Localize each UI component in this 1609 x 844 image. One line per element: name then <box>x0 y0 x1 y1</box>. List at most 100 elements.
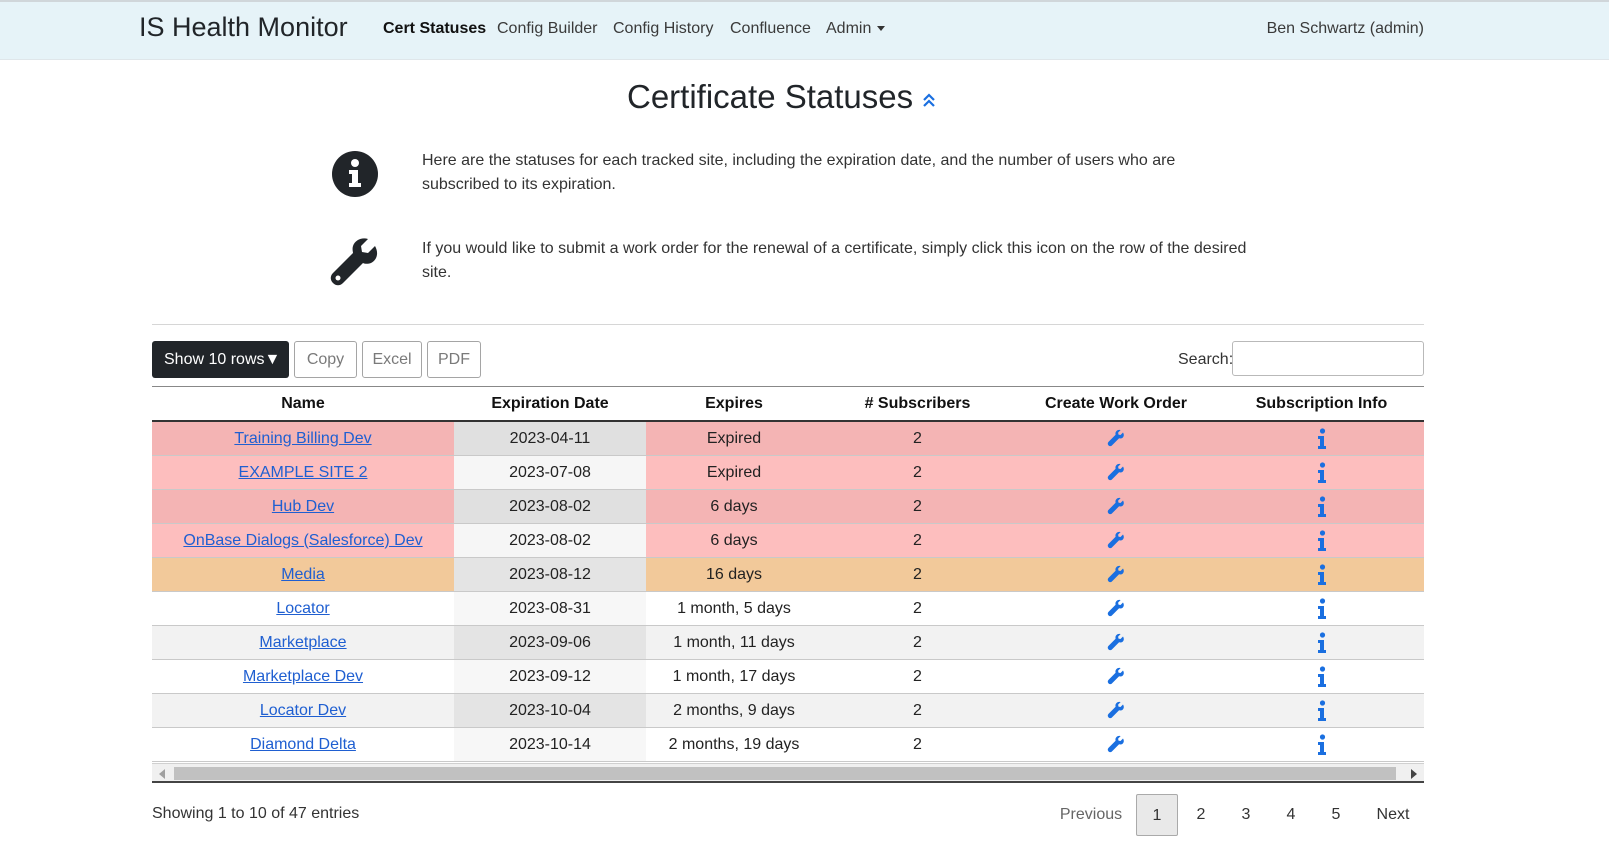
nav-confluence[interactable]: Confluence <box>730 20 811 38</box>
info-icon <box>1317 631 1326 653</box>
info-icon <box>1317 427 1326 449</box>
site-link[interactable]: Marketplace Dev <box>243 668 363 685</box>
brand-title[interactable]: IS Health Monitor <box>139 12 348 43</box>
chevron-up-double-icon[interactable] <box>922 92 936 108</box>
nav-admin-dropdown[interactable]: Admin <box>826 20 886 38</box>
site-link[interactable]: Locator Dev <box>260 702 346 719</box>
create-work-order-button[interactable] <box>1107 566 1125 583</box>
cell-expiration-date: 2023-09-06 <box>454 625 646 660</box>
cell-create-work-order <box>1013 523 1219 558</box>
wrench-icon <box>1107 498 1124 515</box>
site-link[interactable]: Locator <box>276 600 329 617</box>
info-icon <box>1317 699 1326 721</box>
table-row: Locator 2023-08-31 1 month, 5 days 2 <box>152 591 1424 626</box>
table-row: Marketplace 2023-09-06 1 month, 11 days 2 <box>152 625 1424 660</box>
info-icon <box>1317 597 1326 619</box>
create-work-order-button[interactable] <box>1107 634 1125 651</box>
site-link[interactable]: Marketplace <box>259 634 346 651</box>
page-title: Certificate Statuses <box>627 78 914 115</box>
wrench-description: If you would like to submit a work order… <box>422 240 1247 281</box>
cell-subscribers: 2 <box>822 659 1013 694</box>
wrench-icon <box>330 238 378 286</box>
wrench-icon <box>1107 600 1124 617</box>
create-work-order-button[interactable] <box>1107 600 1125 617</box>
create-work-order-button[interactable] <box>1107 464 1125 481</box>
cell-expiration-date: 2023-08-02 <box>454 523 646 558</box>
cell-create-work-order <box>1013 693 1219 728</box>
divider <box>152 324 1424 325</box>
pagination-page-5[interactable]: 5 <box>1316 794 1356 836</box>
subscription-info-button[interactable] <box>1317 427 1327 449</box>
cell-name: Locator Dev <box>152 693 454 728</box>
col-header-expires[interactable]: Expires <box>646 386 822 422</box>
subscription-info-button[interactable] <box>1317 733 1327 755</box>
cell-expires: Expired <box>646 421 822 456</box>
site-link[interactable]: Hub Dev <box>272 498 334 515</box>
excel-button[interactable]: Excel <box>362 341 422 378</box>
pdf-button[interactable]: PDF <box>427 341 481 378</box>
cell-expires: Expired <box>646 455 822 490</box>
create-work-order-button[interactable] <box>1107 532 1125 549</box>
cell-expires: 6 days <box>646 523 822 558</box>
cell-name: Marketplace <box>152 625 454 660</box>
cell-create-work-order <box>1013 557 1219 592</box>
nav-config-builder[interactable]: Config Builder <box>497 20 598 38</box>
pagination-page-3[interactable]: 3 <box>1226 794 1266 836</box>
col-header-subscription-info[interactable]: Subscription Info <box>1219 386 1424 422</box>
pagination-next[interactable]: Next <box>1370 794 1416 836</box>
copy-button[interactable]: Copy <box>294 341 357 378</box>
create-work-order-button[interactable] <box>1107 736 1125 753</box>
info-icon <box>1317 733 1326 755</box>
col-header-expiration-date[interactable]: Expiration Date <box>454 386 646 422</box>
cell-expiration-date: 2023-04-11 <box>454 421 646 456</box>
nav-cert-statuses[interactable]: Cert Statuses <box>383 20 486 38</box>
subscription-info-button[interactable] <box>1317 529 1327 551</box>
pagination-page-2[interactable]: 2 <box>1181 794 1221 836</box>
site-link[interactable]: Media <box>281 566 325 583</box>
col-header-name[interactable]: Name <box>152 386 454 422</box>
scroll-right-icon[interactable] <box>1411 769 1417 779</box>
horizontal-scrollbar[interactable] <box>152 763 1424 783</box>
search-input[interactable] <box>1232 341 1424 376</box>
wrench-icon <box>1107 532 1124 549</box>
site-link[interactable]: Training Billing Dev <box>234 430 371 447</box>
create-work-order-button[interactable] <box>1107 702 1125 719</box>
cell-expires: 6 days <box>646 489 822 524</box>
scroll-left-icon[interactable] <box>159 769 165 779</box>
subscription-info-button[interactable] <box>1317 495 1327 517</box>
cell-expiration-date: 2023-09-12 <box>454 659 646 694</box>
subscription-info-button[interactable] <box>1317 461 1327 483</box>
col-header-create-work-order[interactable]: Create Work Order <box>1013 386 1219 422</box>
cell-expires: 2 months, 19 days <box>646 727 822 762</box>
pagination-previous[interactable]: Previous <box>1054 794 1128 836</box>
table-header-row: Name Expiration Date Expires # Subscribe… <box>152 386 1424 422</box>
site-link[interactable]: OnBase Dialogs (Salesforce) Dev <box>183 532 422 549</box>
subscription-info-button[interactable] <box>1317 597 1327 619</box>
create-work-order-button[interactable] <box>1107 430 1125 447</box>
scrollbar-thumb[interactable] <box>174 767 1396 780</box>
cell-subscription-info <box>1219 557 1424 592</box>
subscription-info-button[interactable] <box>1317 631 1327 653</box>
cell-expires: 16 days <box>646 557 822 592</box>
site-link[interactable]: EXAMPLE SITE 2 <box>239 464 368 481</box>
show-rows-button[interactable]: Show 10 rows▼ <box>152 341 289 378</box>
create-work-order-button[interactable] <box>1107 498 1125 515</box>
pagination-page-1[interactable]: 1 <box>1136 794 1178 836</box>
cell-name: Media <box>152 557 454 592</box>
pagination-page-4[interactable]: 4 <box>1271 794 1311 836</box>
nav-config-history[interactable]: Config History <box>613 20 713 38</box>
site-link[interactable]: Diamond Delta <box>250 736 356 753</box>
cell-create-work-order <box>1013 455 1219 490</box>
wrench-icon <box>1107 430 1124 447</box>
cell-subscription-info <box>1219 489 1424 524</box>
subscription-info-button[interactable] <box>1317 665 1327 687</box>
user-name[interactable]: Ben Schwartz (admin) <box>1267 20 1424 38</box>
create-work-order-button[interactable] <box>1107 668 1125 685</box>
cell-expires: 1 month, 11 days <box>646 625 822 660</box>
cell-expiration-date: 2023-08-31 <box>454 591 646 626</box>
wrench-icon <box>1107 736 1124 753</box>
subscription-info-button[interactable] <box>1317 563 1327 585</box>
col-header-subscribers[interactable]: # Subscribers <box>822 386 1013 422</box>
cell-subscription-info <box>1219 659 1424 694</box>
subscription-info-button[interactable] <box>1317 699 1327 721</box>
